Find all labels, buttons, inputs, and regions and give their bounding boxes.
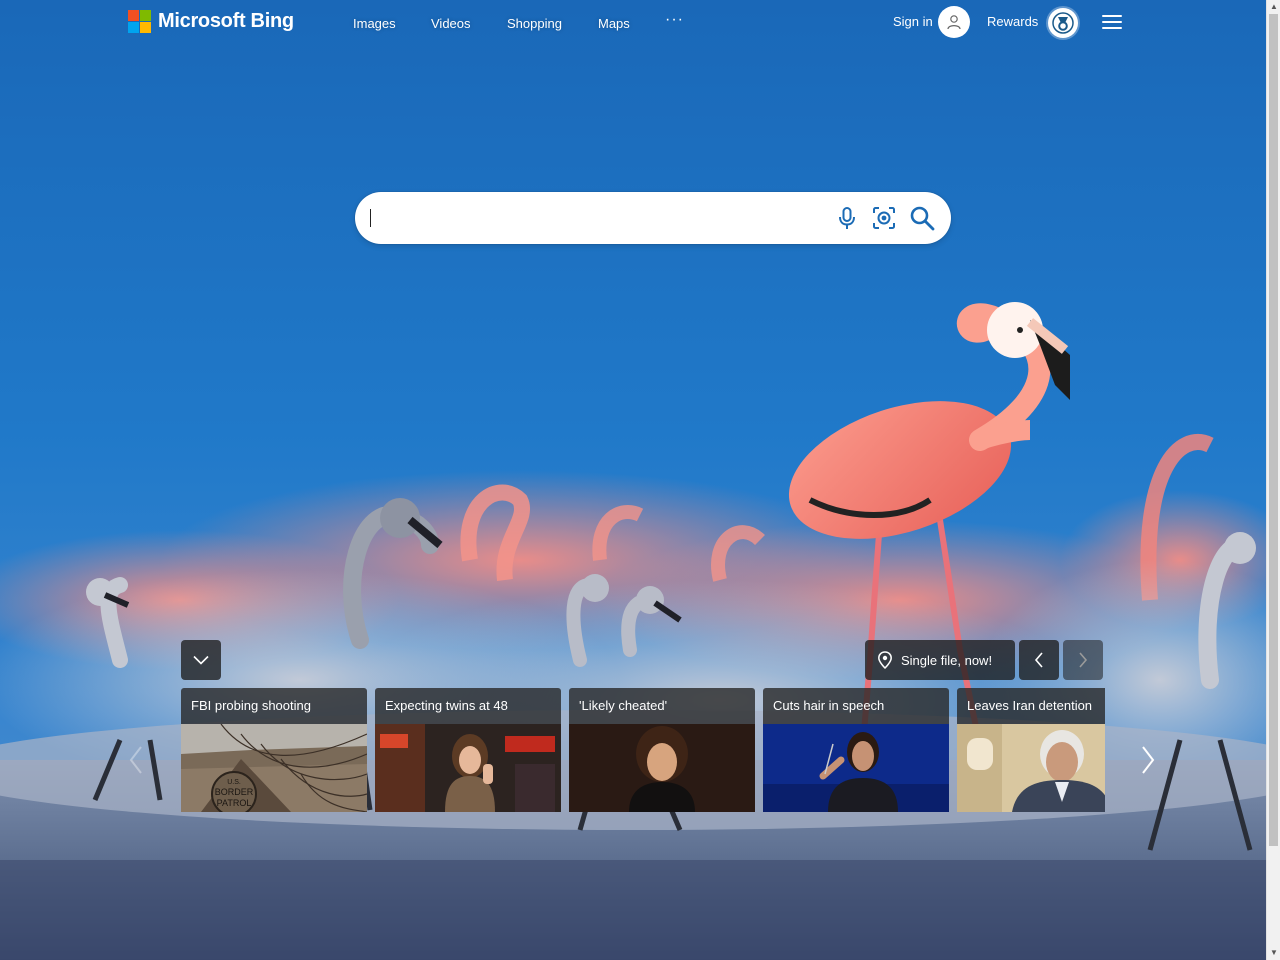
image-info-button[interactable]: Single file, now! — [865, 640, 1015, 680]
news-carousel: FBI probing shooting U.S. BORDER PATROL … — [181, 688, 1105, 812]
scroll-down-arrow-icon[interactable]: ▼ — [1267, 946, 1280, 960]
chevron-left-icon — [129, 746, 142, 774]
scroll-up-arrow-icon[interactable]: ▲ — [1267, 0, 1280, 14]
hamburger-menu-icon[interactable] — [1101, 13, 1123, 31]
vertical-scrollbar[interactable]: ▲ ▼ — [1266, 0, 1280, 960]
news-thumbnail — [957, 724, 1105, 812]
news-card[interactable]: Expecting twins at 48 — [375, 688, 561, 812]
location-pin-icon — [877, 651, 893, 669]
chevron-right-icon — [1142, 746, 1155, 774]
news-title: 'Likely cheated' — [569, 688, 755, 724]
rewards-link[interactable]: Rewards — [987, 14, 1038, 29]
background-image — [0, 0, 1266, 960]
more-menu-button[interactable]: ··· — [665, 11, 684, 29]
news-title: Expecting twins at 48 — [375, 688, 561, 724]
news-card[interactable]: FBI probing shooting U.S. BORDER PATROL — [181, 688, 367, 812]
rewards-medal-icon[interactable] — [1048, 8, 1078, 38]
carousel-prev-button[interactable] — [124, 740, 148, 780]
user-avatar-icon[interactable] — [938, 6, 970, 38]
svg-text:U.S.: U.S. — [227, 779, 241, 786]
news-card[interactable]: Leaves Iran detention — [957, 688, 1105, 812]
news-title: Leaves Iran detention — [957, 688, 1105, 724]
microsoft-logo-icon — [128, 10, 151, 33]
news-thumbnail — [763, 724, 949, 812]
collapse-feed-button[interactable] — [181, 640, 221, 680]
news-thumbnail — [569, 724, 755, 812]
previous-image-button[interactable] — [1019, 640, 1059, 680]
search-box — [355, 192, 951, 244]
image-title: Single file, now! — [901, 652, 993, 668]
news-thumbnail — [375, 724, 561, 812]
nav-images[interactable]: Images — [353, 16, 396, 31]
sign-in-link[interactable]: Sign in — [893, 14, 933, 29]
news-thumbnail: U.S. BORDER PATROL — [181, 724, 367, 812]
news-title: Cuts hair in speech — [763, 688, 949, 724]
chevron-left-icon — [1034, 652, 1043, 668]
nav-shopping[interactable]: Shopping — [507, 16, 562, 31]
microphone-icon[interactable] — [834, 205, 860, 231]
text-caret — [370, 209, 371, 227]
top-header: Microsoft Bing Images Videos Shopping Ma… — [0, 0, 1266, 48]
nav-maps[interactable]: Maps — [598, 16, 630, 31]
next-image-button[interactable] — [1063, 640, 1103, 680]
visual-search-icon[interactable] — [871, 205, 897, 231]
svg-text:PATROL: PATROL — [217, 798, 252, 808]
bing-logo[interactable]: Microsoft Bing — [128, 10, 294, 33]
news-card[interactable]: Cuts hair in speech — [763, 688, 949, 812]
svg-text:BORDER: BORDER — [215, 787, 254, 797]
brand-name: Microsoft Bing — [158, 10, 294, 32]
chevron-right-icon — [1079, 652, 1088, 668]
news-card[interactable]: 'Likely cheated' — [569, 688, 755, 812]
scrollbar-thumb[interactable] — [1269, 14, 1278, 846]
nav-videos[interactable]: Videos — [431, 16, 471, 31]
search-input[interactable] — [371, 204, 815, 234]
carousel-next-button[interactable] — [1136, 740, 1160, 780]
chevron-down-icon — [193, 655, 209, 665]
search-icon[interactable] — [909, 205, 935, 231]
news-title: FBI probing shooting — [181, 688, 367, 724]
